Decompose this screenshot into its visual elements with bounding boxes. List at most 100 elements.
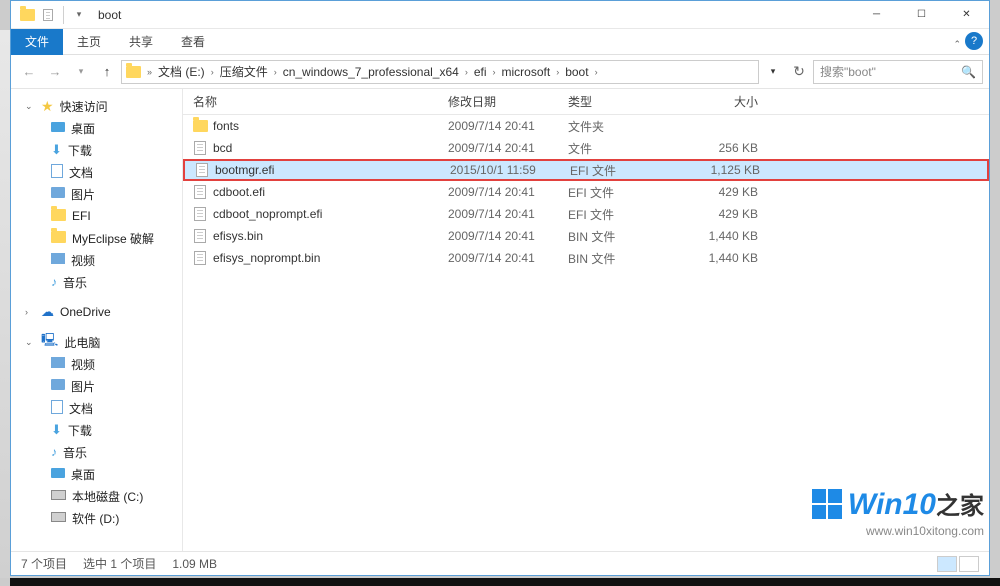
file-row[interactable]: efisys.bin 2009/7/14 20:41 BIN 文件 1,440 …: [183, 225, 989, 247]
tab-file[interactable]: 文件: [11, 29, 63, 55]
breadcrumb-seg[interactable]: boot: [563, 65, 590, 79]
chevron-right-icon[interactable]: ›: [552, 67, 563, 77]
view-thumbs-button[interactable]: [959, 556, 979, 572]
chevron-right-icon[interactable]: ›: [207, 67, 218, 77]
chevron-right-icon[interactable]: ›: [461, 67, 472, 77]
back-button[interactable]: ←: [17, 60, 41, 84]
status-selected: 选中 1 个项目: [83, 555, 156, 572]
file-icon: [191, 185, 209, 199]
sidebar-item[interactable]: 文档: [11, 397, 182, 419]
file-row[interactable]: cdboot_noprompt.efi 2009/7/14 20:41 EFI …: [183, 203, 989, 225]
address-bar[interactable]: » 文档 (E:) › 压缩文件 › cn_windows_7_professi…: [121, 60, 759, 84]
file-size: 1,125 KB: [668, 163, 778, 177]
qat-dropdown-icon[interactable]: ▾: [68, 4, 90, 26]
up-button[interactable]: ↑: [95, 60, 119, 84]
pc-icon: 🖳: [41, 331, 58, 353]
status-item-count: 7 个项目: [21, 555, 67, 572]
download-icon: ⬇: [51, 422, 62, 438]
file-icon: [191, 251, 209, 265]
sidebar-item[interactable]: 图片: [11, 375, 182, 397]
status-bar: 7 个项目 选中 1 个项目 1.09 MB: [11, 551, 989, 575]
tab-home[interactable]: 主页: [63, 29, 115, 55]
file-size: 1,440 KB: [666, 251, 776, 265]
file-rows: fonts 2009/7/14 20:41 文件夹 bcd 2009/7/14 …: [183, 115, 989, 551]
video-icon: [51, 357, 65, 371]
sidebar-item[interactable]: 文档: [11, 161, 182, 183]
view-details-button[interactable]: [937, 556, 957, 572]
file-size: 1,440 KB: [666, 229, 776, 243]
search-icon[interactable]: 🔍: [961, 65, 976, 79]
sidebar-item[interactable]: ♪音乐: [11, 271, 182, 293]
sidebar-item[interactable]: ⬇下载: [11, 139, 182, 161]
refresh-button[interactable]: ↻: [787, 60, 811, 84]
ribbon-collapse-icon[interactable]: ⌃: [953, 39, 961, 50]
col-name[interactable]: 名称: [183, 93, 438, 110]
forward-button[interactable]: →: [43, 60, 67, 84]
file-type: BIN 文件: [558, 228, 666, 245]
breadcrumb-seg[interactable]: 压缩文件: [218, 63, 270, 80]
chevron-right-icon[interactable]: »: [143, 67, 156, 77]
sidebar-this-pc[interactable]: ⌄🖳此电脑: [11, 331, 182, 353]
file-icon: [193, 163, 211, 177]
sidebar-item[interactable]: EFI: [11, 205, 182, 227]
sidebar-item[interactable]: 图片: [11, 183, 182, 205]
sidebar-onedrive[interactable]: ›☁OneDrive: [11, 301, 182, 323]
file-row[interactable]: fonts 2009/7/14 20:41 文件夹: [183, 115, 989, 137]
desktop-icon: [51, 467, 65, 481]
title-bar: ▾ boot ─ ☐ ✕: [11, 1, 989, 29]
window-title: boot: [98, 8, 121, 22]
file-row[interactable]: cdboot.efi 2009/7/14 20:41 EFI 文件 429 KB: [183, 181, 989, 203]
tab-view[interactable]: 查看: [167, 29, 219, 55]
desktop-icon: [51, 121, 65, 135]
tab-share[interactable]: 共享: [115, 29, 167, 55]
sidebar-item[interactable]: 软件 (D:): [11, 507, 182, 529]
chevron-right-icon[interactable]: ›: [270, 67, 281, 77]
breadcrumb-seg[interactable]: efi: [472, 65, 489, 79]
document-icon: [51, 400, 63, 417]
file-row[interactable]: bootmgr.efi 2015/10/1 11:59 EFI 文件 1,125…: [183, 159, 989, 181]
cloud-icon: ☁: [41, 304, 54, 320]
sidebar-item[interactable]: MyEclipse 破解: [11, 227, 182, 249]
col-type[interactable]: 类型: [558, 93, 666, 110]
sidebar-item[interactable]: ♪音乐: [11, 441, 182, 463]
file-name: cdboot.efi: [209, 185, 438, 199]
file-row[interactable]: efisys_noprompt.bin 2009/7/14 20:41 BIN …: [183, 247, 989, 269]
file-date: 2009/7/14 20:41: [438, 251, 558, 265]
file-row[interactable]: bcd 2009/7/14 20:41 文件 256 KB: [183, 137, 989, 159]
col-size[interactable]: 大小: [666, 93, 776, 110]
sidebar-item[interactable]: 本地磁盘 (C:): [11, 485, 182, 507]
folder-icon: [124, 66, 143, 78]
file-date: 2009/7/14 20:41: [438, 185, 558, 199]
folder-icon: [51, 231, 66, 246]
address-dropdown-icon[interactable]: ▾: [761, 60, 785, 84]
file-name: fonts: [209, 119, 438, 133]
file-date: 2015/10/1 11:59: [440, 163, 560, 177]
sidebar-quick-access[interactable]: ⌄★快速访问: [11, 95, 182, 117]
file-type: BIN 文件: [558, 250, 666, 267]
file-type: 文件夹: [558, 118, 666, 135]
breadcrumb-seg[interactable]: microsoft: [500, 65, 553, 79]
file-date: 2009/7/14 20:41: [438, 141, 558, 155]
breadcrumb-seg[interactable]: 文档 (E:): [156, 63, 207, 80]
minimize-button[interactable]: ─: [854, 1, 899, 29]
recent-dropdown-icon[interactable]: ▾: [69, 60, 93, 84]
file-size: 429 KB: [666, 207, 776, 221]
sidebar-item[interactable]: 视频: [11, 353, 182, 375]
chevron-right-icon[interactable]: ›: [489, 67, 500, 77]
sidebar-item[interactable]: 桌面: [11, 117, 182, 139]
col-date[interactable]: 修改日期: [438, 93, 558, 110]
breadcrumb-seg[interactable]: cn_windows_7_professional_x64: [281, 65, 461, 79]
drive-icon: [51, 489, 66, 503]
sidebar-item[interactable]: 视频: [11, 249, 182, 271]
sidebar-item[interactable]: 桌面: [11, 463, 182, 485]
help-icon[interactable]: ?: [965, 32, 983, 50]
status-size: 1.09 MB: [172, 557, 217, 571]
close-button[interactable]: ✕: [944, 1, 989, 29]
search-input[interactable]: 搜索"boot" 🔍: [813, 60, 983, 84]
explorer-window: ▾ boot ─ ☐ ✕ 文件 主页 共享 查看 ⌃ ? ← → ▾ ↑ » 文…: [10, 0, 990, 576]
file-type: EFI 文件: [558, 206, 666, 223]
qat-props-icon[interactable]: [37, 4, 59, 26]
maximize-button[interactable]: ☐: [899, 1, 944, 29]
chevron-right-icon[interactable]: ›: [591, 67, 602, 77]
sidebar-item[interactable]: ⬇下载: [11, 419, 182, 441]
